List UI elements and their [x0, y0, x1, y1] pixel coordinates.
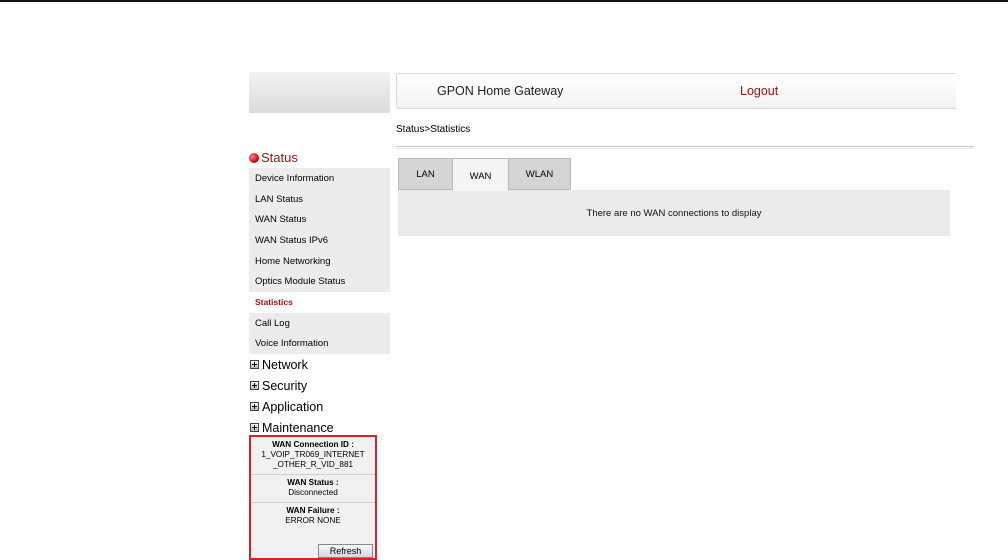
sidebar-item-wan-status-ipv6[interactable]: WAN Status IPv6: [249, 230, 390, 251]
wan-connection-id-section: WAN Connection ID : 1_VOIP_TR069_INTERNE…: [251, 437, 375, 475]
wan-info-box: WAN Connection ID : 1_VOIP_TR069_INTERNE…: [249, 435, 377, 560]
expand-plus-icon: [250, 402, 259, 412]
wan-status-value: Disconnected: [288, 488, 338, 497]
statistics-tabs: LAN WAN WLAN: [398, 158, 571, 191]
sidebar-item-voice-information[interactable]: Voice Information: [249, 333, 390, 355]
sidebar-item-call-log[interactable]: Call Log: [249, 312, 390, 334]
wan-failure-label: WAN Failure :: [286, 506, 340, 515]
sidebar-section-label: Security: [262, 378, 308, 393]
sidebar-section-label: Network: [262, 357, 308, 372]
sidebar-item-optics-module-status[interactable]: Optics Module Status: [249, 271, 390, 293]
tab-wan[interactable]: WAN: [452, 158, 509, 191]
sidebar-section-label: Maintenance: [262, 420, 334, 435]
sidebar-section-security[interactable]: Security: [249, 375, 390, 396]
top-header: GPON Home Gateway Logout: [396, 73, 956, 109]
wan-connection-id-label: WAN Connection ID :: [272, 440, 354, 449]
app-title: GPON Home Gateway: [437, 84, 564, 98]
expanded-bullet-icon: [249, 152, 259, 163]
sidebar-section-application[interactable]: Application: [249, 396, 390, 417]
expand-plus-icon: [250, 381, 259, 391]
empty-state-message: There are no WAN connections to display: [586, 207, 762, 219]
wan-failure-section: WAN Failure : ERROR NONE: [251, 503, 375, 530]
refresh-button[interactable]: Refresh: [318, 544, 373, 558]
tab-panel: There are no WAN connections to display: [398, 190, 950, 236]
wan-status-section: WAN Status : Disconnected: [251, 475, 375, 503]
wan-status-label: WAN Status :: [287, 478, 339, 487]
sidebar-section-label: Application: [262, 399, 324, 414]
expand-plus-icon: [250, 360, 259, 370]
expand-plus-icon: [250, 423, 259, 433]
wan-failure-value: ERROR NONE: [285, 516, 341, 525]
wan-connection-id-value-line1: 1_VOIP_TR069_INTERNET: [261, 450, 365, 459]
sidebar-item-wan-status[interactable]: WAN Status: [249, 209, 390, 231]
sidebar-section-label: Status: [261, 150, 298, 165]
sidebar-section-network[interactable]: Network: [249, 354, 390, 375]
breadcrumb-divider: [396, 146, 974, 149]
top-rule: [0, 0, 1008, 2]
wan-connection-id-value-line2: _OTHER_R_VID_881: [272, 460, 354, 469]
sidebar-menu: Status Device Information LAN Status WAN…: [249, 147, 390, 438]
sidebar-item-home-networking[interactable]: Home Networking: [249, 250, 390, 272]
sidebar-section-status[interactable]: Status: [249, 147, 390, 168]
sidebar-item-lan-status[interactable]: LAN Status: [249, 188, 390, 210]
sidebar-item-statistics[interactable]: Statistics: [249, 292, 390, 313]
logout-link[interactable]: Logout: [740, 84, 778, 98]
sidebar-item-device-information[interactable]: Device Information: [249, 168, 390, 189]
sidebar-logo-area: [249, 72, 390, 113]
tab-lan[interactable]: LAN: [398, 158, 453, 190]
breadcrumb: Status>Statistics: [396, 124, 471, 135]
tab-wlan[interactable]: WLAN: [508, 158, 571, 190]
